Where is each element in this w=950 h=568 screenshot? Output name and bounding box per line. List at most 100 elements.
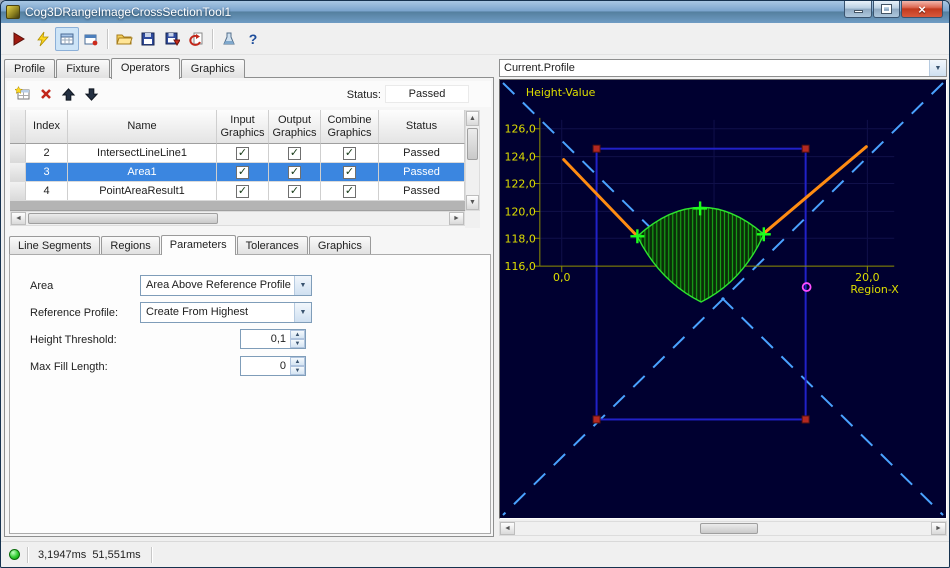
table-row[interactable]: 4PointAreaResult1 Passed bbox=[10, 182, 480, 201]
total-time: 51,551ms bbox=[92, 548, 141, 561]
y-tick: 116,0 bbox=[505, 260, 536, 273]
header-combine-graphics[interactable]: Combine Graphics bbox=[321, 110, 379, 144]
help-question-icon: ? bbox=[248, 30, 258, 47]
spin-down-icon[interactable]: ▼ bbox=[290, 339, 305, 348]
checkbox-icon bbox=[288, 146, 301, 160]
help-button[interactable]: ? bbox=[241, 27, 265, 51]
run-button[interactable] bbox=[7, 27, 31, 51]
area-select-value: Area Above Reference Profile bbox=[146, 279, 291, 291]
subtab-tolerances[interactable]: Tolerances bbox=[236, 236, 308, 254]
subtab-line-segments[interactable]: Line Segments bbox=[9, 236, 101, 254]
spin-up-icon[interactable]: ▲ bbox=[290, 357, 305, 366]
checkbox-icon bbox=[343, 146, 356, 160]
cell-name: IntersectLineLine1 bbox=[68, 144, 217, 162]
statusbar-separator bbox=[150, 546, 152, 563]
run-status-led-icon bbox=[9, 549, 20, 560]
float-window-button[interactable] bbox=[79, 27, 103, 51]
cell-status: Passed bbox=[379, 144, 465, 162]
main-toolbar: ? bbox=[1, 23, 949, 55]
row-selector[interactable] bbox=[10, 182, 26, 200]
profile-source-select[interactable]: Current.Profile ▼ bbox=[499, 59, 947, 77]
subtab-parameters[interactable]: Parameters bbox=[160, 235, 236, 255]
minimize-button[interactable] bbox=[844, 1, 872, 18]
graph-horizontal-scrollbar[interactable]: ◄ ► bbox=[499, 521, 947, 536]
spin-down-icon[interactable]: ▼ bbox=[290, 366, 305, 375]
scroll-up-arrow[interactable]: ▲ bbox=[466, 111, 479, 126]
tools-button[interactable] bbox=[217, 27, 241, 51]
input-graphics-checkbox[interactable] bbox=[217, 144, 269, 162]
height-threshold-stepper[interactable]: 0,1 ▲ ▼ bbox=[240, 329, 306, 349]
scroll-down-arrow[interactable]: ▼ bbox=[466, 195, 479, 210]
tab-profile[interactable]: Profile bbox=[4, 59, 56, 78]
scroll-right-arrow[interactable]: ► bbox=[931, 522, 946, 535]
tab-graphics[interactable]: Graphics bbox=[180, 59, 245, 78]
output-graphics-checkbox[interactable] bbox=[269, 144, 321, 162]
title-bar[interactable]: Cog3DRangeImageCrossSectionTool1 × bbox=[1, 1, 949, 23]
header-name[interactable]: Name bbox=[68, 110, 217, 144]
combine-graphics-checkbox[interactable] bbox=[321, 163, 379, 181]
combine-graphics-checkbox[interactable] bbox=[321, 144, 379, 162]
table-vertical-scrollbar[interactable]: ▲ ▼ bbox=[465, 110, 480, 211]
max-fill-length-value[interactable]: 0 bbox=[241, 357, 290, 375]
reference-profile-select[interactable]: Create From Highest ▼ bbox=[140, 302, 312, 323]
reset-button[interactable] bbox=[184, 27, 208, 51]
row-selector[interactable] bbox=[10, 144, 26, 162]
tab-operators[interactable]: Operators bbox=[110, 58, 180, 79]
scroll-right-arrow[interactable]: ► bbox=[449, 212, 464, 225]
subtab-graphics[interactable]: Graphics bbox=[308, 236, 371, 254]
input-graphics-checkbox[interactable] bbox=[217, 163, 269, 181]
close-button[interactable]: × bbox=[901, 1, 943, 18]
output-graphics-checkbox[interactable] bbox=[269, 182, 321, 200]
table-horizontal-scrollbar[interactable]: ◄ ► bbox=[10, 211, 465, 226]
header-output-graphics[interactable]: Output Graphics bbox=[269, 110, 321, 144]
table-empty-area bbox=[10, 201, 465, 211]
combine-graphics-checkbox[interactable] bbox=[321, 182, 379, 200]
chevron-down-icon[interactable]: ▼ bbox=[294, 303, 311, 322]
subtab-regions[interactable]: Regions bbox=[101, 236, 160, 254]
delete-operator-button[interactable] bbox=[34, 83, 57, 105]
checkbox-icon bbox=[288, 184, 301, 198]
scroll-left-arrow[interactable]: ◄ bbox=[500, 522, 515, 535]
operator-sub-tabs: Line Segments Regions Parameters Toleran… bbox=[9, 234, 372, 255]
result-grid-toggle[interactable] bbox=[55, 26, 79, 51]
add-operator-button[interactable] bbox=[11, 83, 34, 105]
header-input-graphics[interactable]: Input Graphics bbox=[217, 110, 269, 144]
x-axis-title: Region-X bbox=[850, 283, 899, 296]
save-results-button[interactable] bbox=[160, 27, 184, 51]
area-select[interactable]: Area Above Reference Profile ▼ bbox=[140, 275, 312, 296]
chevron-down-icon[interactable]: ▼ bbox=[929, 60, 946, 76]
spin-up-icon[interactable]: ▲ bbox=[290, 330, 305, 339]
y-tick: 120,0 bbox=[505, 205, 536, 218]
trigger-button[interactable] bbox=[31, 27, 55, 51]
table-row[interactable]: 3Area1 Passed bbox=[10, 163, 480, 182]
table-row[interactable]: 2IntersectLineLine1 Passed bbox=[10, 144, 480, 163]
scroll-thumb[interactable] bbox=[700, 523, 758, 534]
row-selector[interactable] bbox=[10, 163, 26, 181]
scroll-left-arrow[interactable]: ◄ bbox=[11, 212, 26, 225]
profile-source-value: Current.Profile bbox=[504, 62, 575, 74]
height-threshold-value[interactable]: 0,1 bbox=[241, 330, 290, 348]
open-button[interactable] bbox=[112, 27, 136, 51]
scroll-thumb[interactable] bbox=[28, 213, 218, 224]
tools-flask-icon bbox=[223, 32, 235, 44]
tab-fixture[interactable]: Fixture bbox=[56, 59, 110, 78]
maximize-icon bbox=[881, 4, 892, 14]
run-icon bbox=[13, 31, 25, 46]
maximize-button[interactable] bbox=[873, 1, 900, 18]
input-graphics-checkbox[interactable] bbox=[217, 182, 269, 200]
output-graphics-checkbox[interactable] bbox=[269, 163, 321, 181]
y-tick: 118,0 bbox=[505, 232, 536, 245]
move-down-button[interactable] bbox=[80, 83, 103, 105]
operators-toolbar: Status: Passed bbox=[7, 81, 491, 107]
height-threshold-label: Height Threshold: bbox=[30, 334, 117, 346]
save-button[interactable] bbox=[136, 27, 160, 51]
scroll-thumb[interactable] bbox=[467, 128, 478, 160]
reference-profile-label: Reference Profile: bbox=[30, 307, 119, 319]
header-status[interactable]: Status bbox=[379, 110, 465, 144]
header-index[interactable]: Index bbox=[26, 110, 68, 144]
checkbox-icon bbox=[236, 146, 249, 160]
max-fill-length-stepper[interactable]: 0 ▲ ▼ bbox=[240, 356, 306, 376]
chevron-down-icon[interactable]: ▼ bbox=[294, 276, 311, 295]
move-up-button[interactable] bbox=[57, 83, 80, 105]
profile-graph[interactable]: Height-Value Region-X 126,0 124,0 122,0 … bbox=[500, 80, 946, 518]
